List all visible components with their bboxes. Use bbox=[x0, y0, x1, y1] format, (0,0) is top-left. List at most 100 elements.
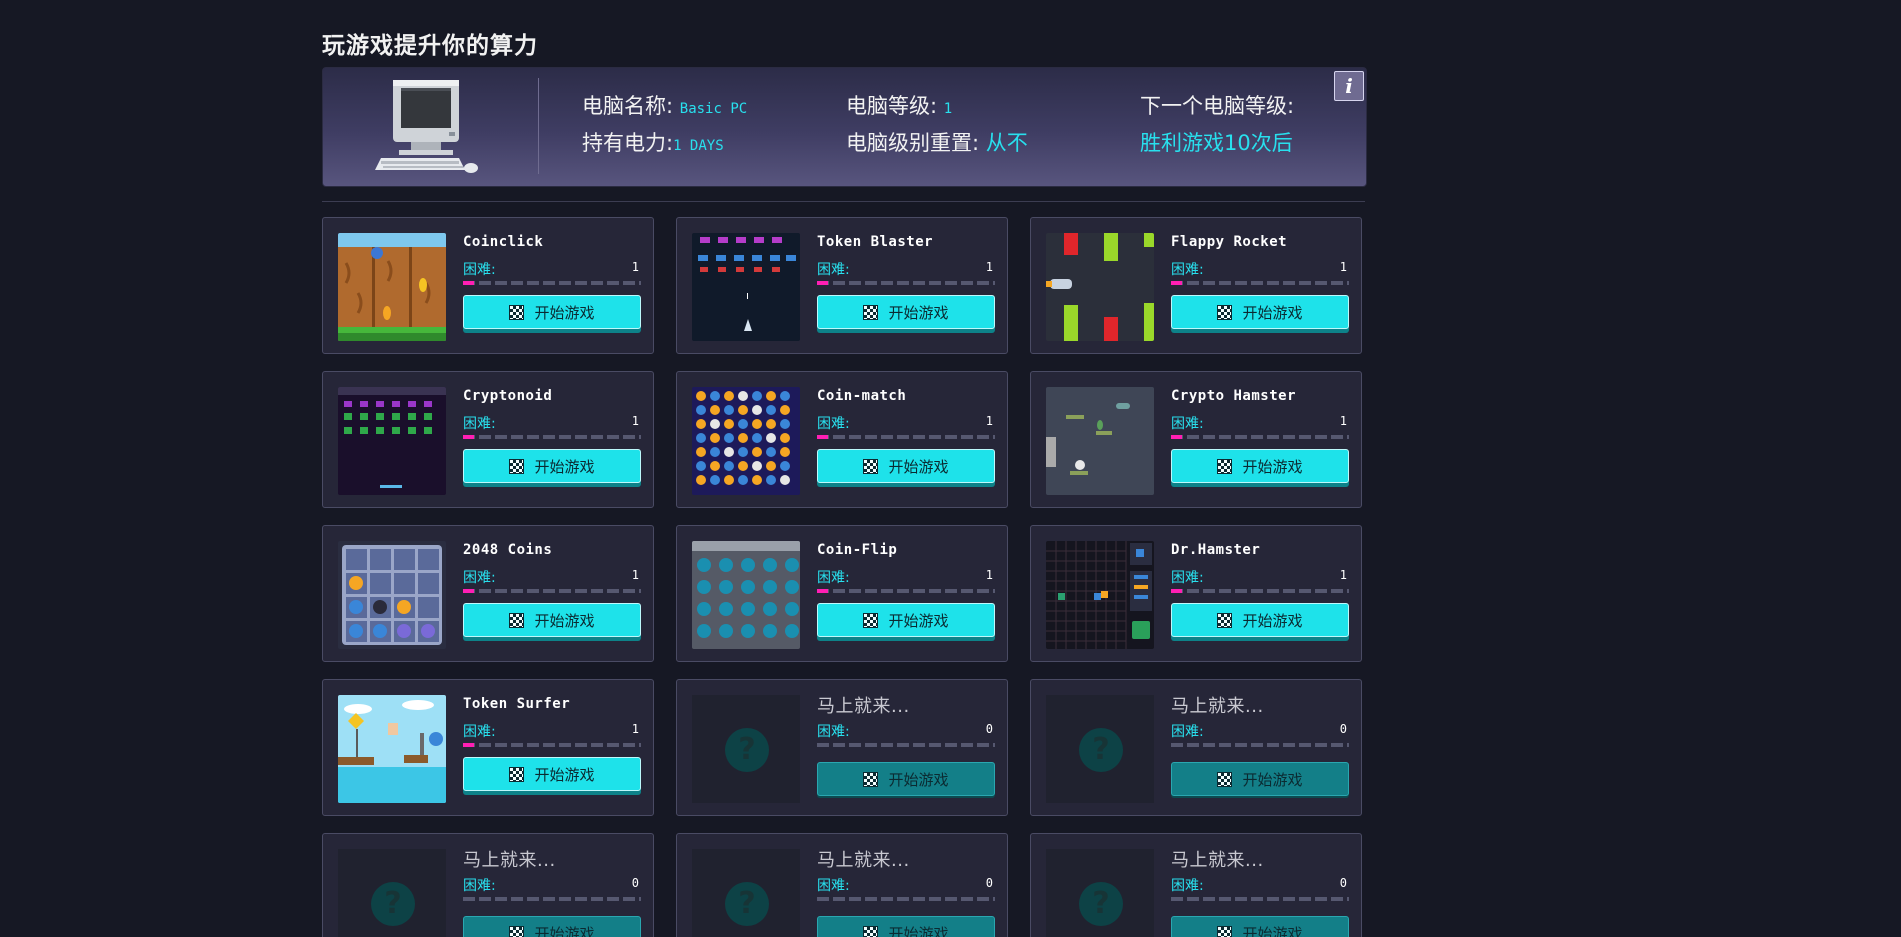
coming-soon-title: 马上就来... bbox=[463, 850, 556, 871]
play-button[interactable]: 开始游戏 bbox=[817, 295, 995, 329]
question-mark-icon: ? bbox=[725, 728, 769, 772]
checkered-flag-icon bbox=[863, 304, 879, 320]
difficulty-bar bbox=[1171, 589, 1349, 593]
coming-soon-title: 马上就来... bbox=[1171, 850, 1264, 871]
game-title: Token Blaster bbox=[817, 234, 934, 250]
play-button-label: 开始游戏 bbox=[534, 765, 595, 784]
difficulty-label: 困难: bbox=[817, 724, 850, 740]
difficulty-label: 困难: bbox=[817, 262, 850, 278]
play-button-label: 开始游戏 bbox=[888, 924, 949, 937]
difficulty-bar-fill bbox=[817, 589, 828, 593]
difficulty-bar bbox=[817, 281, 995, 285]
play-button-label: 开始游戏 bbox=[1242, 457, 1303, 476]
difficulty-value: 1 bbox=[631, 568, 639, 582]
checkered-flag-icon bbox=[863, 925, 879, 937]
difficulty-label: 困难: bbox=[463, 262, 496, 278]
play-button-disabled: 开始游戏 bbox=[817, 762, 995, 796]
play-button[interactable]: 开始游戏 bbox=[817, 449, 995, 483]
difficulty-value: 0 bbox=[985, 722, 993, 736]
game-card-flappy-rocket: Flappy Rocket 困难: 1 开始游戏 bbox=[1030, 217, 1362, 354]
section-divider bbox=[322, 201, 1365, 202]
difficulty-value: 1 bbox=[1339, 260, 1347, 274]
difficulty-bar bbox=[1171, 435, 1349, 439]
difficulty-bar-fill bbox=[1171, 589, 1182, 593]
difficulty-value: 0 bbox=[631, 876, 639, 890]
difficulty-bar bbox=[817, 743, 995, 747]
pc-power-label: 持有电力: bbox=[582, 131, 674, 155]
play-button[interactable]: 开始游戏 bbox=[1171, 295, 1349, 329]
play-button-disabled: 开始游戏 bbox=[817, 916, 995, 937]
difficulty-value: 1 bbox=[631, 414, 639, 428]
coming-soon-title: 马上就来... bbox=[817, 850, 910, 871]
play-button-label: 开始游戏 bbox=[534, 924, 595, 937]
coming-soon-title: 马上就来... bbox=[1171, 696, 1264, 717]
difficulty-value: 1 bbox=[985, 414, 993, 428]
play-button-disabled: 开始游戏 bbox=[463, 916, 641, 937]
checkered-flag-icon bbox=[863, 612, 879, 628]
difficulty-bar-fill bbox=[463, 435, 474, 439]
play-button[interactable]: 开始游戏 bbox=[463, 295, 641, 329]
play-button-label: 开始游戏 bbox=[1242, 303, 1303, 322]
pc-reset-label: 电脑级别重置: bbox=[846, 131, 980, 155]
difficulty-bar-fill bbox=[463, 589, 474, 593]
difficulty-bar bbox=[463, 589, 641, 593]
play-button-label: 开始游戏 bbox=[1242, 611, 1303, 630]
difficulty-value: 1 bbox=[631, 722, 639, 736]
game-title: Coin-Flip bbox=[817, 542, 898, 558]
placeholder-thumb: ? bbox=[338, 849, 446, 937]
difficulty-label: 困难: bbox=[1171, 724, 1204, 740]
play-button[interactable]: 开始游戏 bbox=[463, 603, 641, 637]
game-title: Coin-match bbox=[817, 388, 907, 404]
info-button[interactable]: i bbox=[1334, 71, 1364, 101]
question-mark-icon: ? bbox=[1079, 882, 1123, 926]
difficulty-label: 困难: bbox=[463, 724, 496, 740]
play-button[interactable]: 开始游戏 bbox=[817, 603, 995, 637]
play-button[interactable]: 开始游戏 bbox=[463, 449, 641, 483]
game-card-2048-coins: 2048 Coins 困难: 1 开始游戏 bbox=[322, 525, 654, 662]
pc-name-value: Basic PC bbox=[679, 101, 748, 117]
play-button-label: 开始游戏 bbox=[534, 611, 595, 630]
difficulty-bar-fill bbox=[1171, 281, 1182, 285]
game-card-token-blaster: Token Blaster 困难: 1 开始游戏 bbox=[676, 217, 1008, 354]
coming-soon-card: ? 马上就来... 困难: 0 开始游戏 bbox=[1030, 679, 1362, 816]
checkered-flag-icon bbox=[1217, 612, 1233, 628]
game-title: Token Surfer bbox=[463, 696, 571, 712]
difficulty-bar bbox=[463, 435, 641, 439]
placeholder-thumb: ? bbox=[1046, 849, 1154, 937]
difficulty-label: 困难: bbox=[817, 416, 850, 432]
token-surfer-thumb bbox=[338, 695, 446, 803]
play-button[interactable]: 开始游戏 bbox=[1171, 603, 1349, 637]
game-title: Flappy Rocket bbox=[1171, 234, 1288, 250]
game-grid: Coinclick 困难: 1 开始游戏 Token Blaster 困难: 1… bbox=[322, 217, 1367, 937]
game-card-coin-match: Coin-match 困难: 1 开始游戏 bbox=[676, 371, 1008, 508]
page-title: 玩游戏提升你的算力 bbox=[322, 33, 538, 59]
play-button[interactable]: 开始游戏 bbox=[1171, 449, 1349, 483]
difficulty-bar bbox=[1171, 743, 1349, 747]
play-button-disabled: 开始游戏 bbox=[1171, 916, 1349, 937]
coin-match-thumb bbox=[692, 387, 800, 495]
play-button-disabled: 开始游戏 bbox=[1171, 762, 1349, 796]
checkered-flag-icon bbox=[1217, 925, 1233, 937]
difficulty-value: 1 bbox=[1339, 568, 1347, 582]
difficulty-value: 0 bbox=[1339, 722, 1347, 736]
difficulty-bar bbox=[463, 897, 641, 901]
difficulty-value: 1 bbox=[1339, 414, 1347, 428]
checkered-flag-icon bbox=[863, 458, 879, 474]
game-card-dr-hamster: Dr.Hamster 困难: 1 开始游戏 bbox=[1030, 525, 1362, 662]
difficulty-label: 困难: bbox=[1171, 878, 1204, 894]
checkered-flag-icon bbox=[509, 304, 525, 320]
computer-icon bbox=[375, 80, 478, 173]
difficulty-bar bbox=[817, 589, 995, 593]
game-title: Cryptonoid bbox=[463, 388, 553, 404]
checkered-flag-icon bbox=[1217, 458, 1233, 474]
question-mark-icon: ? bbox=[371, 882, 415, 926]
play-button[interactable]: 开始游戏 bbox=[463, 757, 641, 791]
difficulty-bar bbox=[1171, 281, 1349, 285]
difficulty-bar-fill bbox=[463, 281, 474, 285]
checkered-flag-icon bbox=[863, 771, 879, 787]
pc-next-level-label: 下一个电脑等级: bbox=[1140, 94, 1295, 118]
cryptonoid-thumb bbox=[338, 387, 446, 495]
coinclick-thumb bbox=[338, 233, 446, 341]
pc-level-label: 电脑等级: bbox=[846, 94, 938, 118]
difficulty-bar bbox=[817, 897, 995, 901]
